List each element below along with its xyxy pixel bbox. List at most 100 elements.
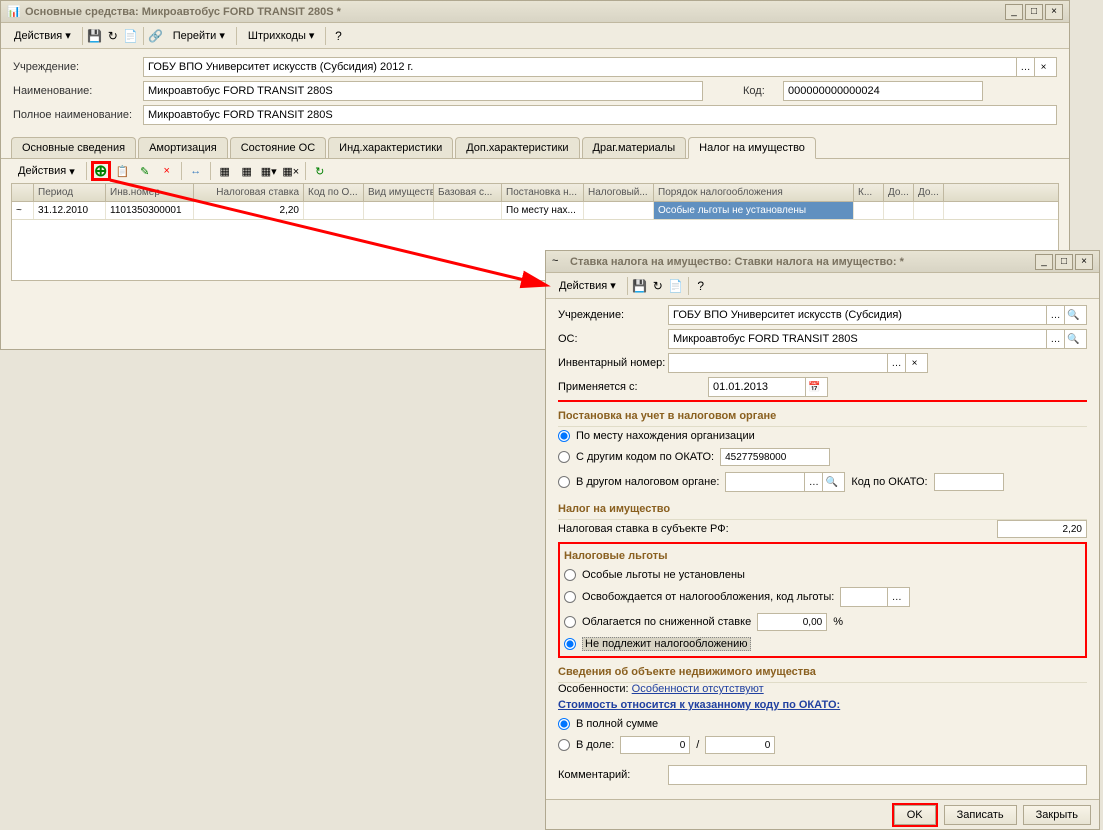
doc-icon[interactable]: 📄: [123, 28, 139, 44]
sub-actions-menu[interactable]: Действия ▾: [11, 162, 82, 181]
save-icon[interactable]: 💾: [632, 278, 648, 294]
calendar-icon[interactable]: 📅: [805, 378, 823, 396]
select-icon[interactable]: …: [887, 588, 905, 606]
link-icon[interactable]: 🔗: [148, 28, 164, 44]
tab-state[interactable]: Состояние ОС: [230, 137, 326, 158]
benefit-radio-4[interactable]: [564, 638, 576, 650]
cost-link[interactable]: Стоимость относится к указанному коду по…: [558, 699, 840, 711]
code-input[interactable]: 000000000000024: [783, 81, 983, 101]
tax-rate-window: ~ Ставка налога на имущество: Ставки нал…: [545, 250, 1100, 830]
date-label: Применяется с:: [558, 381, 668, 393]
help-icon[interactable]: ?: [330, 28, 346, 44]
nav-icon[interactable]: ↔: [186, 161, 206, 181]
table-row[interactable]: ~ 31.12.2010 1101350300001 2,20 По месту…: [12, 202, 1058, 220]
select-icon[interactable]: …: [1046, 306, 1064, 324]
tab-tax[interactable]: Налог на имущество: [688, 137, 816, 159]
close-button[interactable]: Закрыть: [1023, 805, 1091, 825]
section-benefits: Налоговые льготы: [564, 546, 1081, 566]
name-input[interactable]: Микроавтобус FORD TRANSIT 280S: [143, 81, 703, 101]
comment-input[interactable]: [668, 765, 1087, 785]
benefit-radio-2[interactable]: [564, 591, 576, 603]
reg-opt1-label: По месту нахождения организации: [576, 430, 755, 442]
features-link[interactable]: Особенности отсутствуют: [632, 683, 764, 695]
refresh-icon[interactable]: ↻: [650, 278, 666, 294]
okato-input2[interactable]: [934, 473, 1004, 491]
os-input[interactable]: Микроавтобус FORD TRANSIT 280S … 🔍: [668, 329, 1087, 349]
org-select-icon[interactable]: …: [1016, 58, 1034, 76]
share1-input[interactable]: [620, 736, 690, 754]
help-icon[interactable]: ?: [693, 278, 709, 294]
barcodes-menu[interactable]: Штрихкоды ▾: [241, 26, 322, 45]
select-icon[interactable]: …: [887, 354, 905, 372]
window-title2: Ставка налога на имущество: Ставки налог…: [570, 256, 1035, 268]
toolbar2: Действия ▾ 💾 ↻ 📄 ?: [546, 273, 1099, 299]
filter1-icon[interactable]: ▦: [215, 161, 235, 181]
window-title: Основные средства: Микроавтобус FORD TRA…: [25, 6, 1005, 18]
select-icon[interactable]: …: [804, 473, 822, 491]
add-row-button[interactable]: ⊕: [91, 161, 111, 181]
doc-icon[interactable]: 📄: [668, 278, 684, 294]
sub-toolbar: Действия ▾ ⊕ 📋 ✎ × ↔ ▦ ▦ ▦▾ ▦× ↻: [1, 159, 1069, 183]
date-input[interactable]: 01.01.2013 📅: [708, 377, 828, 397]
tax-rate-label: Налоговая ставка в субъекте РФ:: [558, 523, 997, 535]
clear-icon[interactable]: ×: [905, 354, 923, 372]
maximize-button[interactable]: □: [1055, 254, 1073, 270]
section-registration: Постановка на учет в налоговом органе: [558, 406, 1087, 427]
minimize-button[interactable]: _: [1005, 4, 1023, 20]
name-label: Наименование:: [13, 85, 143, 97]
reg-radio-3[interactable]: [558, 476, 570, 488]
actions-menu2[interactable]: Действия ▾: [552, 276, 623, 295]
tab-add[interactable]: Доп.характеристики: [455, 137, 579, 158]
reg-radio-1[interactable]: [558, 430, 570, 442]
save-icon[interactable]: 💾: [87, 28, 103, 44]
tab-main[interactable]: Основные сведения: [11, 137, 136, 158]
inv-label: Инвентарный номер:: [558, 357, 668, 369]
close-button[interactable]: ×: [1075, 254, 1093, 270]
tab-prec[interactable]: Драг.материалы: [582, 137, 687, 158]
search-icon[interactable]: 🔍: [822, 473, 840, 491]
reduced-rate-input[interactable]: [757, 613, 827, 631]
org-clear-icon[interactable]: ×: [1034, 58, 1052, 76]
cost-radio-2[interactable]: [558, 739, 570, 751]
ok-button[interactable]: OK: [894, 805, 936, 825]
section-estate: Сведения об объекте недвижимого имуществ…: [558, 662, 1087, 683]
benefit-opt4-label: Не подлежит налогообложению: [582, 637, 751, 651]
save-button[interactable]: Записать: [944, 805, 1017, 825]
fullname-input[interactable]: Микроавтобус FORD TRANSIT 280S: [143, 105, 1057, 125]
benefit-radio-3[interactable]: [564, 616, 576, 628]
goto-menu[interactable]: Перейти ▾: [166, 26, 232, 45]
copy-row-icon[interactable]: 📋: [113, 161, 133, 181]
cost-radio-1[interactable]: [558, 718, 570, 730]
titlebar2: ~ Ставка налога на имущество: Ставки нал…: [546, 251, 1099, 273]
benefit-radio-1[interactable]: [564, 569, 576, 581]
reg-radio-2[interactable]: [558, 451, 570, 463]
tax-rate-input[interactable]: [997, 520, 1087, 538]
tab-ind[interactable]: Инд.характеристики: [328, 137, 453, 158]
bottom-bar: OK Записать Закрыть: [546, 799, 1099, 829]
filter3-icon[interactable]: ▦▾: [259, 161, 279, 181]
share2-input[interactable]: [705, 736, 775, 754]
select-icon[interactable]: …: [1046, 330, 1064, 348]
okato-input1[interactable]: [720, 448, 830, 466]
edit-row-icon[interactable]: ✎: [135, 161, 155, 181]
org-input[interactable]: ГОБУ ВПО Университет искусств (Субсидия)…: [668, 305, 1087, 325]
section-tax: Налог на имущество: [558, 499, 1087, 520]
delete-row-icon[interactable]: ×: [157, 161, 177, 181]
org-input[interactable]: ГОБУ ВПО Университет искусств (Субсидия)…: [143, 57, 1057, 77]
tax-office-input[interactable]: … 🔍: [725, 472, 845, 492]
tab-amort[interactable]: Амортизация: [138, 137, 228, 158]
benefit-code-input[interactable]: …: [840, 587, 910, 607]
features-label: Особенности:: [558, 683, 629, 695]
close-button[interactable]: ×: [1045, 4, 1063, 20]
clear-filter-icon[interactable]: ▦×: [281, 161, 301, 181]
search-icon[interactable]: 🔍: [1064, 330, 1082, 348]
filter2-icon[interactable]: ▦: [237, 161, 257, 181]
search-icon[interactable]: 🔍: [1064, 306, 1082, 324]
inv-input[interactable]: … ×: [668, 353, 928, 373]
refresh-grid-icon[interactable]: ↻: [310, 161, 330, 181]
code-label: Код:: [743, 85, 783, 97]
maximize-button[interactable]: □: [1025, 4, 1043, 20]
refresh-icon[interactable]: ↻: [105, 28, 121, 44]
minimize-button[interactable]: _: [1035, 254, 1053, 270]
actions-menu[interactable]: Действия ▾: [7, 26, 78, 45]
